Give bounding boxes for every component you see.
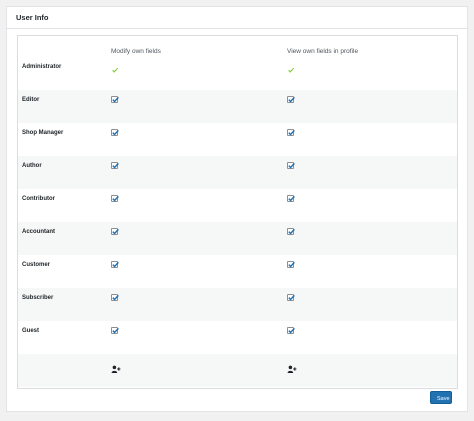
header-view-own-fields: View own fields in profile (287, 48, 359, 55)
modify-own-fields-checkbox[interactable] (111, 129, 119, 136)
view-own-fields-checkbox[interactable] (287, 129, 295, 136)
view-own-fields-tick-icon (287, 61, 295, 73)
table-row: Author (18, 156, 457, 189)
view-own-fields-checkbox[interactable] (287, 162, 295, 169)
header-modify-own-fields: Modify own fields (111, 48, 161, 55)
save-button[interactable]: Save (430, 391, 452, 404)
view-own-fields-checkbox[interactable] (287, 195, 295, 202)
role-name: Contributor (22, 196, 55, 202)
modify-own-fields-tick-icon (111, 61, 119, 73)
table-row: Subscriber (18, 288, 457, 321)
add-user-icon[interactable] (287, 360, 297, 373)
table-row: Accountant (18, 222, 457, 255)
role-name: Subscriber (22, 295, 54, 301)
view-own-fields-checkbox[interactable] (287, 228, 295, 235)
table-row: Customer (18, 255, 457, 288)
user-info-panel: User Info Modify own fields View own fie… (6, 6, 468, 412)
view-own-fields-checkbox[interactable] (287, 261, 295, 268)
table-row: Contributor (18, 189, 457, 222)
modify-own-fields-checkbox[interactable] (111, 294, 119, 301)
table-row: Editor (18, 90, 457, 123)
view-own-fields-checkbox[interactable] (287, 327, 295, 334)
table-footer-row (18, 354, 457, 387)
modify-own-fields-checkbox[interactable] (111, 162, 119, 169)
panel-title: User Info (7, 7, 467, 29)
role-name: Editor (22, 97, 40, 103)
view-own-fields-checkbox[interactable] (287, 294, 295, 301)
role-name: Guest (22, 328, 40, 334)
table-row: Guest (18, 321, 457, 354)
role-name: Author (22, 163, 42, 169)
modify-own-fields-checkbox[interactable] (111, 96, 119, 103)
permissions-table: Modify own fields View own fields in pro… (17, 35, 458, 389)
role-name: Customer (22, 262, 51, 268)
role-name: Shop Manager (22, 130, 64, 136)
add-user-icon[interactable] (111, 360, 121, 373)
modify-own-fields-checkbox[interactable] (111, 195, 119, 202)
role-name: Accountant (22, 229, 55, 235)
table-row: Administrator (18, 57, 457, 90)
modify-own-fields-checkbox[interactable] (111, 261, 119, 268)
modify-own-fields-checkbox[interactable] (111, 228, 119, 235)
table-row: Shop Manager (18, 123, 457, 156)
role-name: Administrator (22, 64, 62, 70)
view-own-fields-checkbox[interactable] (287, 96, 295, 103)
table-header: Modify own fields View own fields in pro… (18, 36, 457, 57)
modify-own-fields-checkbox[interactable] (111, 327, 119, 334)
